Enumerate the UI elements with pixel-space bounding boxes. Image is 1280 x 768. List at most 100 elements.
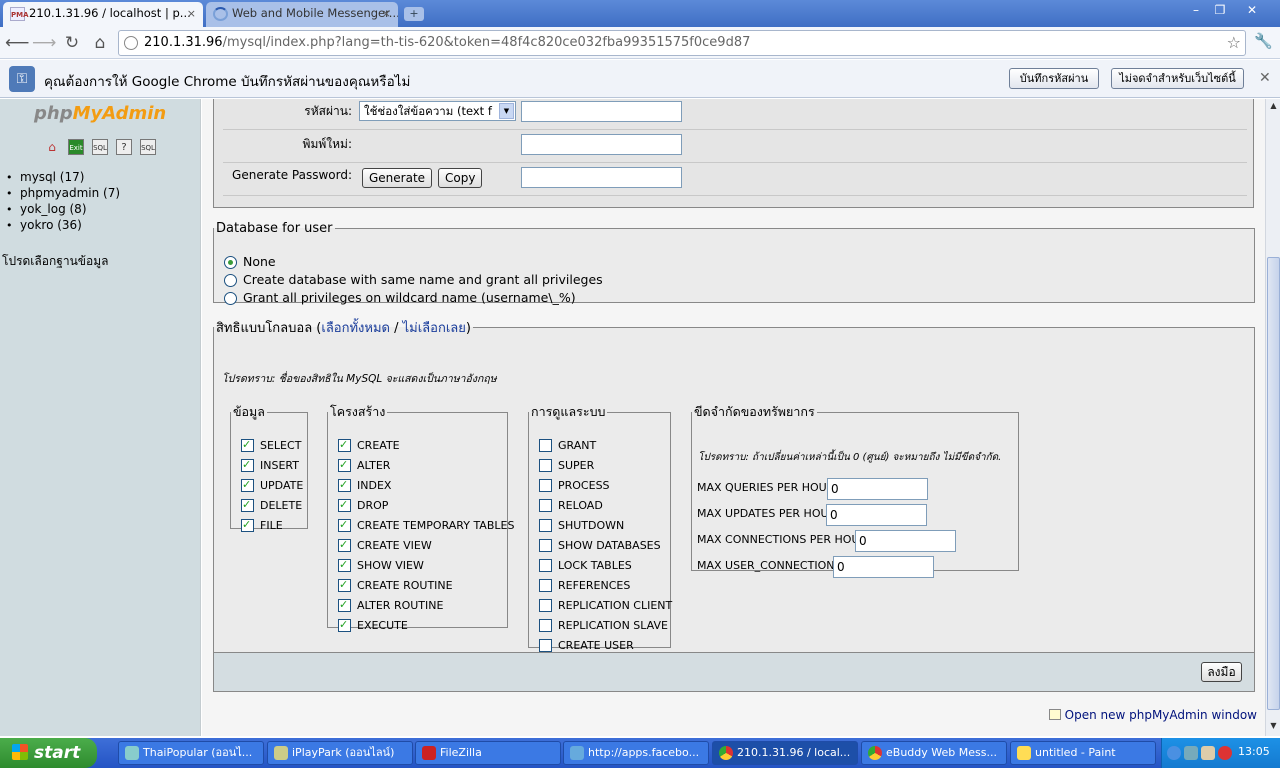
back-button[interactable]: ⟵ xyxy=(5,32,29,54)
close-window-button[interactable]: ✕ xyxy=(1240,2,1264,20)
checkbox[interactable] xyxy=(539,639,552,652)
taskbar-item-filezilla[interactable]: FileZilla xyxy=(415,741,561,765)
minimize-button[interactable]: – xyxy=(1184,2,1208,20)
uncheck-all-link[interactable]: ไม่เลือกเลย xyxy=(403,321,466,336)
database-item-mysql[interactable]: mysql (17) xyxy=(6,169,120,185)
checkbox[interactable] xyxy=(539,599,552,612)
administration-privilege-checkbox-row[interactable]: PROCESS xyxy=(539,478,610,494)
taskbar-item-iplaypark[interactable]: iPlayPark (ออนไลน์) xyxy=(267,741,413,765)
tab-messenger[interactable]: Web and Mobile Messenger... × xyxy=(206,2,398,27)
forward-button[interactable]: ⟶ xyxy=(32,32,56,54)
taskbar-item-thaipopular[interactable]: ThaiPopular (ออนไ... xyxy=(118,741,264,765)
administration-privilege-checkbox-row[interactable]: SHUTDOWN xyxy=(539,518,624,534)
scroll-up-icon[interactable]: ▲ xyxy=(1268,100,1279,112)
checkbox[interactable] xyxy=(539,619,552,632)
bookmark-star-icon[interactable]: ☆ xyxy=(1227,31,1241,55)
data-privilege-checkbox-row[interactable]: FILE xyxy=(241,518,283,534)
radio-button[interactable] xyxy=(224,256,237,269)
new-tab-button[interactable]: + xyxy=(404,7,424,21)
administration-privilege-checkbox-row[interactable]: LOCK TABLES xyxy=(539,558,632,574)
checkbox[interactable] xyxy=(338,598,351,612)
page-info-icon[interactable] xyxy=(124,36,138,50)
start-button[interactable]: start xyxy=(0,738,97,768)
tray-expand-icon[interactable] xyxy=(1167,746,1181,760)
checkbox[interactable] xyxy=(338,538,351,552)
checkbox[interactable] xyxy=(539,499,552,512)
security-alert-icon[interactable] xyxy=(1218,746,1232,760)
database-item-yok-log[interactable]: yok_log (8) xyxy=(6,201,120,217)
taskbar-item-facebook[interactable]: http://apps.facebo... xyxy=(563,741,709,765)
checkbox[interactable] xyxy=(241,498,254,512)
tab-close-icon[interactable]: × xyxy=(187,2,196,25)
structure-privilege-checkbox-row[interactable]: DROP xyxy=(338,498,388,514)
radio-wildcard[interactable]: Grant all privileges on wildcard name (u… xyxy=(224,289,576,307)
checkbox[interactable] xyxy=(241,478,254,492)
checkbox[interactable] xyxy=(241,438,254,452)
open-new-window-link[interactable]: Open new phpMyAdmin window xyxy=(1048,708,1257,722)
database-item-phpmyadmin[interactable]: phpmyadmin (7) xyxy=(6,185,120,201)
taskbar-item-chrome-phpmyadmin[interactable]: 210.1.31.96 / local... xyxy=(712,741,858,765)
home-button[interactable]: ⌂ xyxy=(89,32,111,54)
checkbox[interactable] xyxy=(539,459,552,472)
data-privilege-checkbox-row[interactable]: DELETE xyxy=(241,498,302,514)
infobar-close-icon[interactable]: ✕ xyxy=(1259,70,1271,86)
database-item-yokro[interactable]: yokro (36) xyxy=(6,217,120,233)
administration-privilege-checkbox-row[interactable]: REPLICATION CLIENT xyxy=(539,598,672,614)
retype-password-input[interactable] xyxy=(521,134,682,155)
checkbox[interactable] xyxy=(241,518,254,532)
scroll-down-icon[interactable]: ▼ xyxy=(1268,720,1279,732)
radio-button[interactable] xyxy=(224,274,237,287)
taskbar-item-ebuddy[interactable]: eBuddy Web Mess... xyxy=(861,741,1007,765)
address-bar[interactable]: 210.1.31.96/mysql/index.php?lang=th-tis-… xyxy=(118,30,1246,56)
checkbox[interactable] xyxy=(338,578,351,592)
structure-privilege-checkbox-row[interactable]: EXECUTE xyxy=(338,618,408,634)
phpmyadmin-logo[interactable]: phpMyAdmin xyxy=(34,103,166,124)
messenger-tray-icon[interactable] xyxy=(1201,746,1215,760)
administration-privilege-checkbox-row[interactable]: REFERENCES xyxy=(539,578,630,594)
save-password-button[interactable]: บันทึกรหัสผ่าน xyxy=(1009,68,1099,89)
query-window-icon[interactable]: SQL xyxy=(140,139,156,155)
structure-privilege-checkbox-row[interactable]: CREATE TEMPORARY TABLES xyxy=(338,518,514,534)
reload-button[interactable]: ↻ xyxy=(61,32,83,54)
checkbox[interactable] xyxy=(338,498,351,512)
home-icon[interactable]: ⌂ xyxy=(44,139,60,155)
tab-close-icon[interactable]: × xyxy=(382,2,391,25)
structure-privilege-checkbox-row[interactable]: INDEX xyxy=(338,478,391,494)
tab-phpmyadmin[interactable]: PMA 210.1.31.96 / localhost | p... × xyxy=(3,2,203,27)
vertical-scrollbar[interactable]: ▲ ▼ xyxy=(1265,99,1280,736)
max-updates-input[interactable]: 0 xyxy=(826,504,927,526)
checkbox[interactable] xyxy=(338,518,351,532)
data-privilege-checkbox-row[interactable]: SELECT xyxy=(241,438,301,454)
never-save-button[interactable]: ไม่จดจำสำหรับเว็บไซต์นี้ xyxy=(1111,68,1244,89)
structure-privilege-checkbox-row[interactable]: ALTER xyxy=(338,458,390,474)
structure-privilege-checkbox-row[interactable]: SHOW VIEW xyxy=(338,558,424,574)
administration-privilege-checkbox-row[interactable]: RELOAD xyxy=(539,498,603,514)
checkbox[interactable] xyxy=(539,479,552,492)
check-all-link[interactable]: เลือกทั้งหมด xyxy=(321,321,390,336)
copy-button[interactable]: Copy xyxy=(438,168,483,188)
generated-password-input[interactable] xyxy=(521,167,682,188)
radio-none[interactable]: None xyxy=(224,253,276,271)
password-input[interactable] xyxy=(521,101,682,122)
data-privilege-checkbox-row[interactable]: UPDATE xyxy=(241,478,303,494)
radio-button[interactable] xyxy=(224,292,237,305)
password-type-select[interactable]: ใช้ช่องใส่ข้อความ (text f ▼ xyxy=(359,101,516,121)
checkbox[interactable] xyxy=(338,618,351,632)
data-privilege-checkbox-row[interactable]: INSERT xyxy=(241,458,299,474)
scrollbar-thumb[interactable] xyxy=(1267,257,1280,710)
network-icon[interactable] xyxy=(1184,746,1198,760)
radio-create-same-name[interactable]: Create database with same name and grant… xyxy=(224,271,603,289)
max-connections-input[interactable]: 0 xyxy=(855,530,956,552)
administration-privilege-checkbox-row[interactable]: SUPER xyxy=(539,458,594,474)
taskbar-item-paint[interactable]: untitled - Paint xyxy=(1010,741,1156,765)
checkbox[interactable] xyxy=(338,438,351,452)
checkbox[interactable] xyxy=(338,478,351,492)
sql-icon[interactable]: SQL xyxy=(92,139,108,155)
max-user-connections-input[interactable]: 0 xyxy=(833,556,934,578)
administration-privilege-checkbox-row[interactable]: SHOW DATABASES xyxy=(539,538,661,554)
structure-privilege-checkbox-row[interactable]: CREATE xyxy=(338,438,400,454)
checkbox[interactable] xyxy=(539,579,552,592)
administration-privilege-checkbox-row[interactable]: GRANT xyxy=(539,438,596,454)
checkbox[interactable] xyxy=(539,439,552,452)
checkbox[interactable] xyxy=(241,458,254,472)
